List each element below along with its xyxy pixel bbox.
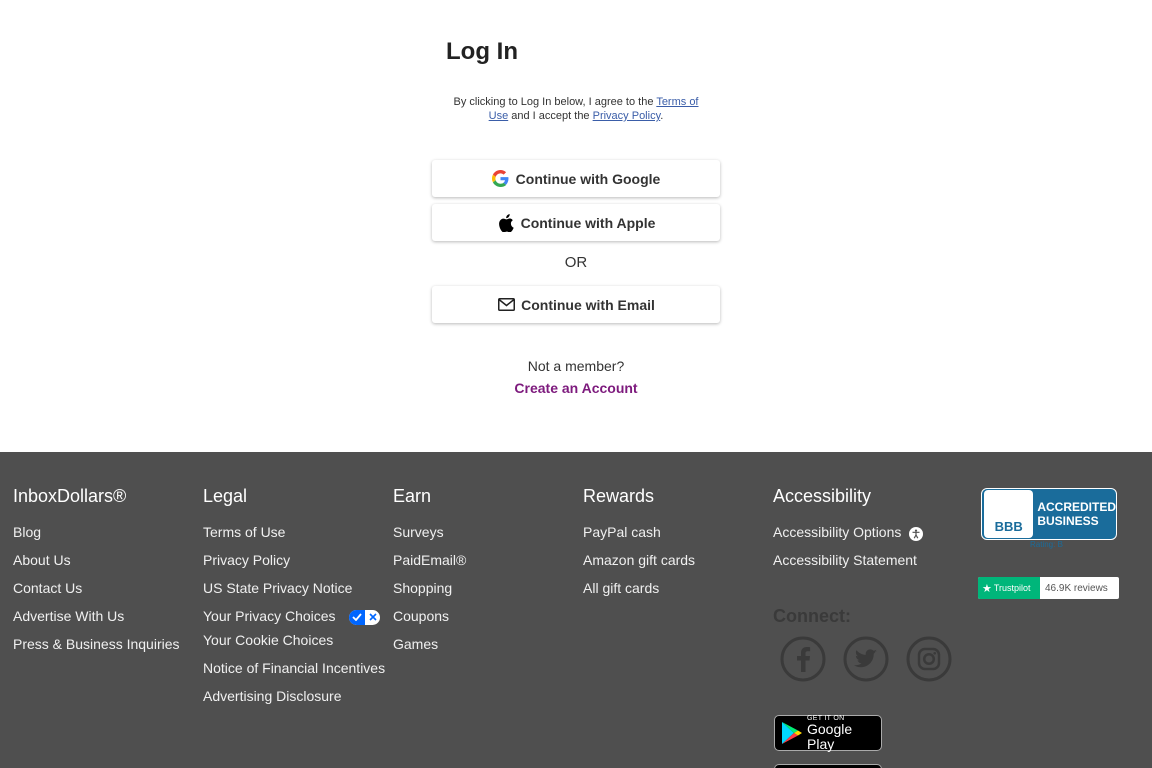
- footer-column-brand: InboxDollars® Blog About Us Contact Us A…: [13, 486, 180, 664]
- footer-link-blog[interactable]: Blog: [13, 524, 180, 552]
- continue-with-apple-button[interactable]: Continue with Apple: [432, 204, 720, 241]
- or-divider: OR: [564, 254, 588, 271]
- footer-brand-heading: InboxDollars®: [13, 486, 127, 506]
- terms-suffix: .: [660, 110, 664, 122]
- footer-link-paypal-cash[interactable]: PayPal cash: [583, 524, 695, 552]
- footer-link-paidemail[interactable]: PaidEmail®: [393, 552, 466, 580]
- footer-link-contact-us[interactable]: Contact Us: [13, 580, 180, 608]
- email-button-label: Continue with Email: [521, 296, 655, 313]
- footer-link-privacy-choices[interactable]: Your Privacy Choices: [203, 608, 385, 632]
- footer-link-coupons[interactable]: Coupons: [393, 608, 466, 636]
- accessibility-icon: [909, 527, 924, 541]
- google-play-icon: [781, 721, 803, 745]
- footer-column-rewards: Rewards PayPal cash Amazon gift cards Al…: [583, 486, 695, 608]
- terms-notice: By clicking to Log In below, I agree to …: [448, 95, 704, 123]
- page: Log In By clicking to Log In below, I ag…: [0, 0, 1152, 768]
- apple-icon: [497, 213, 515, 232]
- trustpilot-brand: Trustpilot: [993, 583, 1031, 593]
- bbb-logo: BBB: [984, 490, 1034, 538]
- login-section: Log In By clicking to Log In below, I ag…: [0, 0, 1152, 452]
- footer-link-accessibility-options[interactable]: Accessibility Options: [773, 524, 924, 552]
- twitter-icon[interactable]: [843, 636, 889, 682]
- app-store-badge[interactable]: [774, 764, 882, 768]
- continue-with-email-button[interactable]: Continue with Email: [432, 286, 720, 323]
- footer-link-advertising-disclosure[interactable]: Advertising Disclosure: [203, 688, 385, 716]
- apple-button-label: Continue with Apple: [520, 214, 656, 231]
- trustpilot-badge[interactable]: ★ Trustpilot 46.9K reviews: [978, 577, 1119, 599]
- footer-link-about-us[interactable]: About Us: [13, 552, 180, 580]
- footer-link-games[interactable]: Games: [393, 636, 466, 664]
- privacy-policy-link[interactable]: Privacy Policy: [593, 110, 661, 122]
- bbb-logo-text: BBB: [994, 519, 1023, 534]
- trustpilot-logo: ★ Trustpilot: [978, 577, 1040, 599]
- privacy-choices-label: Your Privacy Choices: [203, 608, 336, 624]
- footer-rewards-heading: Rewards: [583, 486, 655, 506]
- create-account-link[interactable]: Create an Account: [0, 380, 1152, 396]
- connect-heading: Connect:: [773, 606, 851, 626]
- google-play-line2: Google Play: [807, 720, 853, 752]
- footer-legal-heading: Legal: [203, 486, 248, 506]
- footer-link-all-gift-cards[interactable]: All gift cards: [583, 580, 695, 608]
- footer-link-advertise[interactable]: Advertise With Us: [13, 608, 180, 636]
- footer-link-us-state-privacy[interactable]: US State Privacy Notice: [203, 580, 385, 608]
- footer-earn-heading: Earn: [393, 486, 432, 506]
- footer-link-amazon-gift-cards[interactable]: Amazon gift cards: [583, 552, 695, 580]
- envelope-icon: [497, 296, 515, 314]
- footer-link-cookie-choices[interactable]: Your Cookie Choices: [203, 632, 385, 660]
- continue-with-google-button[interactable]: Continue with Google: [432, 160, 720, 197]
- privacy-choices-icon: [349, 609, 381, 625]
- footer-link-shopping[interactable]: Shopping: [393, 580, 466, 608]
- bbb-accredited-badge[interactable]: BBB ACCREDITED BUSINESS: [981, 488, 1117, 540]
- footer-column-earn: Earn Surveys PaidEmail® Shopping Coupons…: [393, 486, 466, 664]
- footer-link-press[interactable]: Press & Business Inquiries: [13, 636, 180, 664]
- footer-link-privacy-policy[interactable]: Privacy Policy: [203, 552, 385, 580]
- bbb-rating: Rating: B: [1030, 540, 1063, 549]
- bbb-line1: ACCREDITED: [1037, 500, 1116, 514]
- terms-prefix: By clicking to Log In below, I agree to …: [453, 96, 657, 108]
- google-play-badge[interactable]: GET IT ON Google Play: [774, 715, 882, 751]
- not-member-text: Not a member?: [527, 358, 625, 374]
- star-icon: ★: [982, 582, 992, 595]
- footer-link-accessibility-statement[interactable]: Accessibility Statement: [773, 552, 923, 580]
- footer-link-terms-of-use[interactable]: Terms of Use: [203, 524, 385, 552]
- facebook-icon[interactable]: [780, 636, 826, 682]
- bbb-line2: BUSINESS: [1037, 514, 1099, 528]
- instagram-icon[interactable]: [906, 636, 952, 682]
- trustpilot-reviews: 46.9K reviews: [1045, 582, 1108, 594]
- footer: InboxDollars® Blog About Us Contact Us A…: [0, 452, 1152, 768]
- google-icon: [492, 170, 510, 188]
- page-title: Log In: [446, 38, 518, 65]
- bbb-text: ACCREDITED BUSINESS: [1037, 500, 1116, 528]
- footer-column-legal: Legal Terms of Use Privacy Policy US Sta…: [203, 486, 385, 716]
- terms-mid: and I accept the: [508, 110, 593, 122]
- footer-accessibility-heading: Accessibility: [773, 486, 872, 506]
- accessibility-options-label: Accessibility Options: [773, 524, 902, 540]
- footer-column-accessibility: Accessibility Accessibility Options Acce…: [773, 486, 924, 580]
- footer-link-surveys[interactable]: Surveys: [393, 524, 466, 552]
- google-button-label: Continue with Google: [515, 170, 661, 187]
- footer-link-financial-incentives[interactable]: Notice of Financial Incentives: [203, 660, 385, 688]
